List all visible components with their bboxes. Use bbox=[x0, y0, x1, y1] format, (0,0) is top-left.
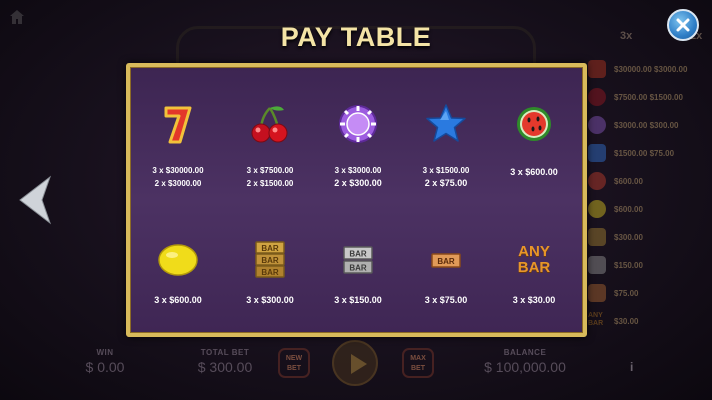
payout-line: 3 x $600.00 bbox=[154, 295, 202, 305]
bg-value: $75.00 bbox=[614, 288, 639, 298]
payout-line: 3 x $3000.00 bbox=[334, 166, 382, 175]
single-bar-icon: BAR bbox=[431, 253, 461, 268]
bg-value: $1500.00 $75.00 bbox=[614, 148, 675, 158]
pay-item-seven: 3 x $30000.00 2 x $3000.00 bbox=[134, 102, 222, 190]
svg-text:BAR: BAR bbox=[349, 264, 367, 273]
pay-item-double-bar: BAR BAR 3 x $150.00 bbox=[314, 238, 402, 307]
close-icon bbox=[676, 18, 690, 32]
any-bar-icon: ANY BAR bbox=[517, 243, 551, 276]
bg-value: $150.00 bbox=[614, 260, 643, 270]
bg-value: $30000.00 $3000.00 bbox=[614, 64, 688, 74]
pay-item-single-bar: BAR 3 x $75.00 bbox=[402, 238, 490, 307]
bg-value: $300.00 bbox=[614, 232, 643, 242]
star-icon bbox=[426, 104, 466, 142]
win-display: WIN $ 0.00 bbox=[80, 348, 130, 375]
max-bet-button[interactable]: MAX BET bbox=[402, 348, 434, 378]
pay-item-watermelon: 3 x $600.00 bbox=[490, 102, 578, 179]
bg-value: $600.00 bbox=[614, 176, 643, 186]
new-bet-button[interactable]: NEW BET bbox=[278, 348, 310, 378]
total-bet-display: TOTAL BET $ 300.00 bbox=[190, 348, 260, 375]
lemon-icon bbox=[158, 244, 198, 276]
cherry-icon bbox=[251, 106, 288, 143]
svg-text:BAR: BAR bbox=[261, 244, 279, 253]
balance-label: BALANCE bbox=[503, 348, 547, 357]
page-title: PAY TABLE bbox=[280, 22, 432, 52]
svg-text:BAR: BAR bbox=[437, 257, 455, 266]
payout-line: 2 x $1500.00 bbox=[246, 179, 294, 188]
win-label: WIN bbox=[96, 348, 114, 357]
previous-page-arrow[interactable] bbox=[16, 175, 52, 225]
chip-icon bbox=[339, 105, 377, 143]
spin-button[interactable] bbox=[332, 340, 378, 386]
bg-value: $3000.00 $300.00 bbox=[614, 120, 679, 130]
pay-item-star: 3 x $1500.00 2 x $75.00 bbox=[402, 102, 490, 190]
svg-text:BAR: BAR bbox=[261, 268, 279, 277]
bg-value: $7500.00 $1500.00 bbox=[614, 92, 683, 102]
close-button[interactable] bbox=[667, 9, 699, 41]
bg-any-bar: ANY BAR bbox=[588, 312, 604, 327]
payout-line: 3 x $600.00 bbox=[510, 167, 558, 177]
payout-line: 3 x $30.00 bbox=[512, 295, 556, 305]
svg-text:BAR: BAR bbox=[349, 250, 367, 259]
win-value: $ 0.00 bbox=[85, 359, 125, 375]
payout-line: 3 x $75.00 bbox=[424, 295, 468, 305]
payout-line: 2 x $300.00 bbox=[334, 178, 382, 188]
total-bet-label: TOTAL BET bbox=[200, 348, 250, 357]
triple-bar-icon: BAR BAR BAR bbox=[255, 241, 285, 278]
balance-display: BALANCE $ 100,000.00 bbox=[470, 348, 580, 375]
seven-icon bbox=[164, 106, 192, 144]
double-bar-icon: BAR BAR bbox=[343, 246, 373, 274]
payout-line: 3 x $300.00 bbox=[246, 295, 294, 305]
background-paytable-column: $30000.00 $3000.00 $7500.00 $1500.00 $30… bbox=[588, 52, 712, 342]
payout-line: 3 x $7500.00 bbox=[246, 166, 294, 175]
payout-line: 2 x $75.00 bbox=[424, 178, 468, 188]
payout-line: 3 x $150.00 bbox=[334, 295, 382, 305]
bg-value: $30.00 bbox=[614, 316, 639, 326]
total-bet-value: $ 300.00 bbox=[197, 359, 253, 375]
payout-line: 3 x $30000.00 bbox=[152, 166, 204, 175]
pay-item-cherry: 3 x $7500.00 2 x $1500.00 bbox=[226, 102, 314, 190]
pay-item-any-bar: ANY BAR 3 x $30.00 bbox=[490, 238, 578, 307]
payout-line: 2 x $3000.00 bbox=[154, 179, 202, 188]
pay-item-triple-bar: BAR BAR BAR 3 x $300.00 bbox=[226, 238, 314, 307]
watermelon-icon bbox=[517, 107, 551, 141]
info-icon[interactable]: i bbox=[630, 360, 633, 374]
balance-value: $ 100,000.00 bbox=[484, 359, 566, 375]
pay-item-chip: 3 x $3000.00 2 x $300.00 bbox=[314, 102, 402, 190]
svg-text:BAR: BAR bbox=[261, 256, 279, 265]
payout-line: 3 x $1500.00 bbox=[422, 166, 470, 175]
bg-value: $600.00 bbox=[614, 204, 643, 214]
pay-item-lemon: 3 x $600.00 bbox=[134, 238, 222, 307]
